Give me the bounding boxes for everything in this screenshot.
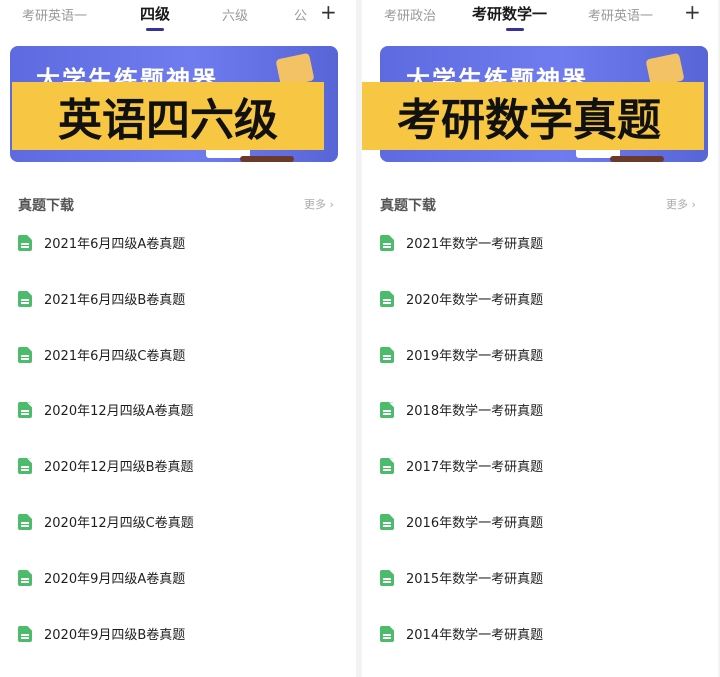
add-tab-icon[interactable]: + bbox=[320, 0, 337, 24]
list-item-label: 2017年数学一考研真题 bbox=[406, 460, 544, 476]
tab-kaoyan-english-one[interactable]: 考研英语一 bbox=[22, 5, 87, 24]
document-icon bbox=[18, 625, 32, 642]
list-item-label: 2020年数学一考研真题 bbox=[406, 292, 544, 308]
document-icon bbox=[380, 290, 394, 307]
tab-kaoyan-english-one[interactable]: 考研英语一 bbox=[588, 5, 653, 24]
more-link[interactable]: 更多 › bbox=[304, 196, 334, 212]
section-title: 真题下载 bbox=[380, 198, 436, 214]
list-item[interactable]: 2019年数学一考研真题 bbox=[380, 340, 718, 396]
exam-list: 2021年6月四级A卷真题 2021年6月四级B卷真题 2021年6月四级C卷真… bbox=[18, 228, 356, 674]
list-item[interactable]: 2021年6月四级C卷真题 bbox=[18, 340, 356, 396]
desk-shape bbox=[610, 156, 664, 162]
category-tabs: 考研政治 考研数学一 考研英语一 + bbox=[362, 0, 718, 36]
tab-cet4[interactable]: 四级 bbox=[140, 3, 170, 24]
list-item-label: 2020年9月四级A卷真题 bbox=[44, 571, 186, 587]
list-item-label: 2019年数学一考研真题 bbox=[406, 348, 544, 364]
list-item-label: 2020年12月四级B卷真题 bbox=[44, 460, 194, 476]
left-screen: 考研英语一 四级 六级 公 + 大学生练题神器 英语四六级 真题下载 更多 › … bbox=[0, 0, 356, 677]
section-title: 真题下载 bbox=[18, 198, 74, 214]
list-item-label: 2015年数学一考研真题 bbox=[406, 571, 544, 587]
overlay-title: 英语四六级 bbox=[12, 82, 324, 150]
list-item[interactable]: 2020年数学一考研真题 bbox=[380, 284, 718, 340]
exam-list: 2021年数学一考研真题 2020年数学一考研真题 2019年数学一考研真题 2… bbox=[380, 228, 718, 674]
document-icon bbox=[18, 513, 32, 530]
document-icon bbox=[18, 402, 32, 419]
document-icon bbox=[380, 458, 394, 475]
add-tab-icon[interactable]: + bbox=[684, 0, 701, 24]
desk-shape bbox=[240, 156, 294, 162]
document-icon bbox=[18, 290, 32, 307]
document-icon bbox=[18, 346, 32, 363]
list-item[interactable]: 2021年6月四级B卷真题 bbox=[18, 284, 356, 340]
right-screen: 考研政治 考研数学一 考研英语一 + 大学生练题神器 考研数学真题 真题下载 更… bbox=[362, 0, 718, 677]
list-item[interactable]: 2016年数学一考研真题 bbox=[380, 507, 718, 563]
document-icon bbox=[18, 235, 32, 251]
document-icon bbox=[380, 513, 394, 530]
list-item[interactable]: 2020年12月四级B卷真题 bbox=[18, 451, 356, 507]
list-item[interactable]: 2018年数学一考研真题 bbox=[380, 395, 718, 451]
list-item-label: 2021年6月四级B卷真题 bbox=[44, 292, 186, 308]
list-item[interactable]: 2020年12月四级C卷真题 bbox=[18, 507, 356, 563]
list-item-label: 2021年6月四级A卷真题 bbox=[44, 237, 186, 252]
document-icon bbox=[18, 458, 32, 475]
list-item-label: 2020年12月四级A卷真题 bbox=[44, 404, 194, 420]
tab-gong-truncated[interactable]: 公 bbox=[294, 5, 307, 24]
list-item-label: 2014年数学一考研真题 bbox=[406, 627, 544, 643]
list-item-label: 2021年数学一考研真题 bbox=[406, 237, 544, 252]
list-item[interactable]: 2015年数学一考研真题 bbox=[380, 563, 718, 619]
document-icon bbox=[380, 346, 394, 363]
tab-cet6[interactable]: 六级 bbox=[222, 5, 248, 24]
list-item-label: 2021年6月四级C卷真题 bbox=[44, 348, 186, 364]
list-item-label: 2020年12月四级C卷真题 bbox=[44, 515, 194, 531]
document-icon bbox=[380, 569, 394, 586]
list-item[interactable]: 2020年9月四级B卷真题 bbox=[18, 619, 356, 675]
active-tab-underline bbox=[506, 28, 524, 31]
list-item[interactable]: 2014年数学一考研真题 bbox=[380, 619, 718, 675]
list-item-label: 2018年数学一考研真题 bbox=[406, 404, 544, 420]
category-tabs: 考研英语一 四级 六级 公 + bbox=[0, 0, 356, 36]
list-item-label: 2016年数学一考研真题 bbox=[406, 515, 544, 531]
overlay-title: 考研数学真题 bbox=[362, 82, 704, 150]
tab-kaoyan-politics[interactable]: 考研政治 bbox=[384, 5, 436, 24]
screenshot-canvas: 考研英语一 四级 六级 公 + 大学生练题神器 英语四六级 真题下载 更多 › … bbox=[0, 0, 720, 677]
document-icon bbox=[380, 625, 394, 642]
document-icon bbox=[380, 402, 394, 419]
more-link[interactable]: 更多 › bbox=[666, 196, 696, 212]
list-item[interactable]: 2020年9月四级A卷真题 bbox=[18, 563, 356, 619]
list-item[interactable]: 2021年6月四级A卷真题 bbox=[18, 228, 356, 284]
document-icon bbox=[18, 569, 32, 586]
tab-kaoyan-math-one[interactable]: 考研数学一 bbox=[472, 3, 547, 24]
list-item[interactable]: 2020年12月四级A卷真题 bbox=[18, 395, 356, 451]
list-item[interactable]: 2021年数学一考研真题 bbox=[380, 228, 718, 284]
active-tab-underline bbox=[146, 28, 164, 31]
list-item-label: 2020年9月四级B卷真题 bbox=[44, 627, 186, 643]
document-icon bbox=[380, 235, 394, 251]
list-item[interactable]: 2017年数学一考研真题 bbox=[380, 451, 718, 507]
